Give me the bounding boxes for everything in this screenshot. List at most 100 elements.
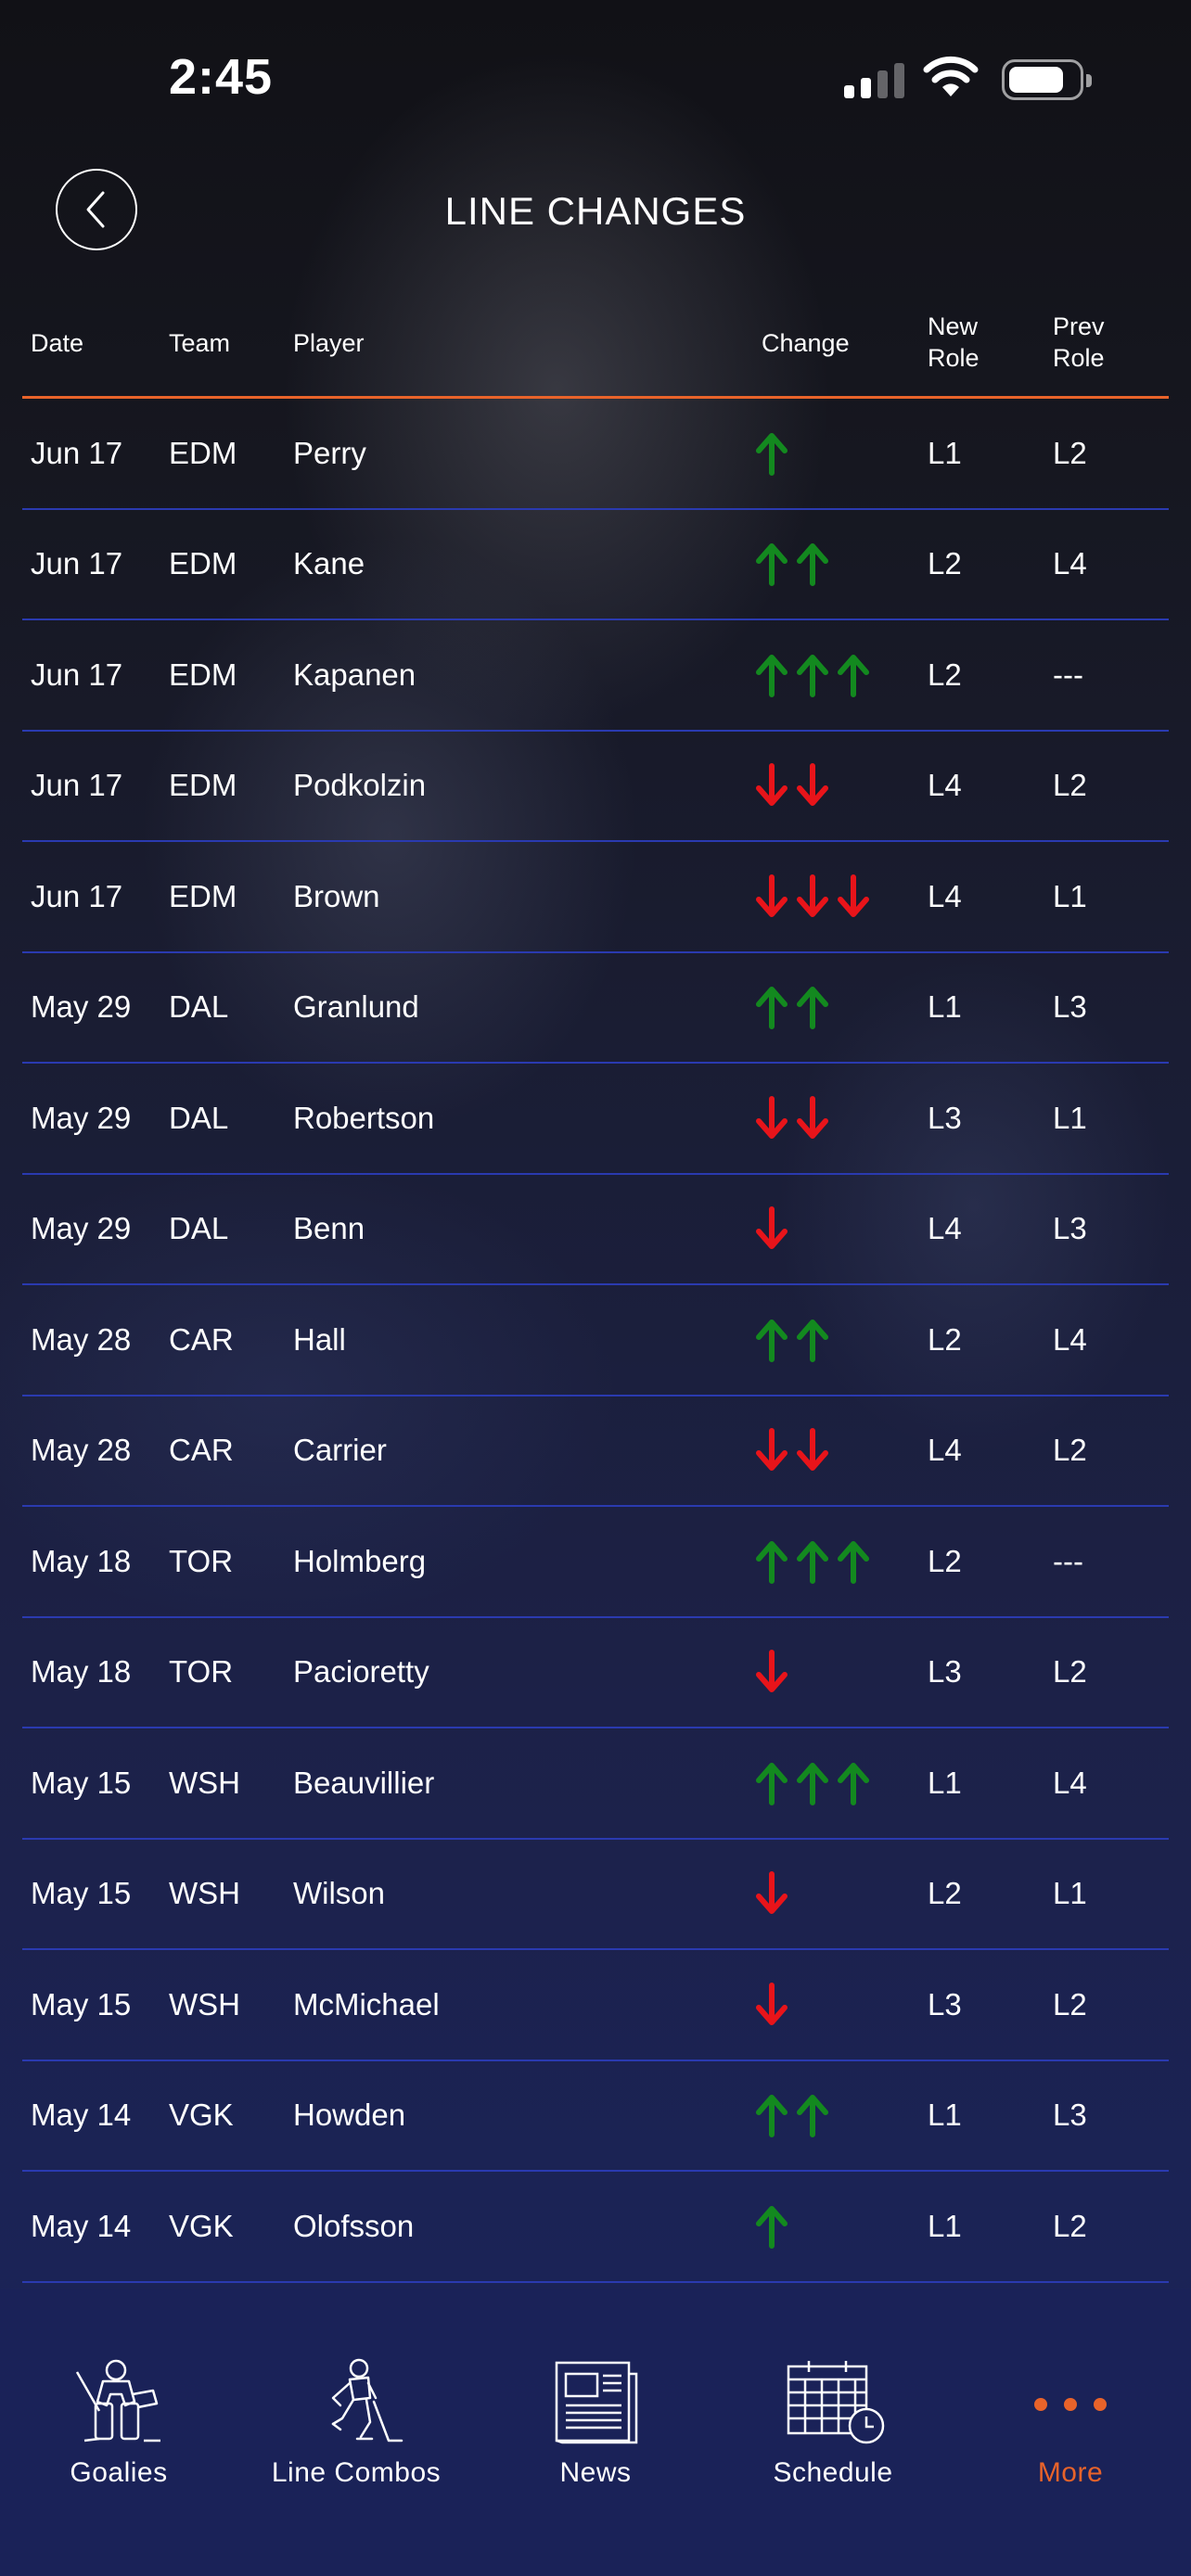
wifi-icon (923, 56, 979, 96)
arrow-down-icon (838, 874, 869, 917)
table-row[interactable]: Jun 17 EDM Podkolzin L4 L2 (22, 732, 1169, 842)
arrow-down-icon (756, 763, 788, 807)
cell-prev-role: L2 (1053, 435, 1087, 470)
arrow-down-icon (756, 874, 788, 917)
cell-player: Kapanen (293, 657, 416, 692)
tab-schedule-label: Schedule (773, 2457, 893, 2488)
arrow-down-icon (797, 1428, 828, 1472)
arrow-up-icon (797, 1762, 828, 1805)
table-row[interactable]: May 15 WSH Beauvillier L1 L4 (22, 1728, 1169, 1840)
battery-icon (1002, 59, 1092, 100)
col-header-new-role-line2: Role (928, 344, 980, 372)
cell-prev-role: L1 (1053, 1876, 1087, 1911)
table-row[interactable]: Jun 17 EDM Kapanen L2 --- (22, 620, 1169, 732)
tab-news[interactable]: News (484, 2344, 707, 2489)
table-row[interactable]: May 14 VGK Howden L1 L3 (22, 2061, 1169, 2172)
arrow-up-icon (797, 654, 828, 697)
cell-new-role: L1 (928, 2208, 962, 2243)
cell-team: EDM (169, 435, 237, 470)
cell-new-role: L4 (928, 768, 962, 803)
cell-prev-role: L4 (1053, 1321, 1087, 1357)
cell-change (751, 1538, 874, 1585)
col-header-team[interactable]: Team (169, 327, 230, 359)
cell-team: DAL (169, 1100, 229, 1135)
cell-prev-role: --- (1053, 657, 1083, 692)
table-row[interactable]: Jun 17 EDM Perry L1 L2 (22, 399, 1169, 510)
arrow-down-icon (756, 1428, 788, 1472)
cell-new-role: L1 (928, 1765, 962, 1800)
calendar-clock-icon (787, 2361, 885, 2444)
line-changes-table: Date Team Player Change New Role Prev Ro… (22, 297, 1169, 2339)
table-row[interactable]: May 28 CAR Hall L2 L4 (22, 1285, 1169, 1396)
arrow-up-icon (756, 654, 788, 697)
cell-player: Granlund (293, 989, 419, 1025)
cell-date: May 29 (31, 989, 132, 1025)
cell-change (751, 541, 833, 587)
table-row[interactable]: May 29 DAL Robertson L3 L1 (22, 1064, 1169, 1175)
col-header-new-role-line1: New (928, 312, 979, 340)
cell-team: CAR (169, 1321, 234, 1357)
cell-prev-role: L2 (1053, 1433, 1087, 1468)
tab-schedule[interactable]: Schedule (722, 2344, 944, 2489)
col-header-date[interactable]: Date (31, 327, 83, 359)
table-row[interactable]: Jun 17 EDM Kane L2 L4 (22, 510, 1169, 620)
table-header: Date Team Player Change New Role Prev Ro… (22, 297, 1169, 399)
cell-date: May 29 (31, 1100, 132, 1135)
cell-date: Jun 17 (31, 546, 123, 581)
cell-player: McMichael (293, 1986, 440, 2021)
cell-player: Robertson (293, 1100, 435, 1135)
cell-new-role: L3 (928, 1654, 962, 1690)
cell-team: CAR (169, 1433, 234, 1468)
cell-change (751, 2092, 833, 2138)
cell-change (751, 1427, 833, 1473)
cell-player: Beauvillier (293, 1765, 435, 1800)
cell-change (751, 430, 792, 477)
col-header-change[interactable]: Change (762, 327, 850, 359)
col-header-new-role[interactable]: New Role (928, 311, 980, 374)
arrow-down-icon (797, 1095, 828, 1139)
cell-team: WSH (169, 1986, 240, 2021)
table-row[interactable]: May 15 WSH Wilson L2 L1 (22, 1840, 1169, 1950)
tab-goalies[interactable]: Goalies (7, 2344, 230, 2489)
cell-new-role: L2 (928, 1543, 962, 1578)
col-header-prev-role[interactable]: Prev Role (1053, 311, 1105, 374)
cell-team: DAL (169, 1211, 229, 1246)
table-row[interactable]: May 18 TOR Holmberg L2 --- (22, 1507, 1169, 1618)
cell-prev-role: --- (1053, 1543, 1083, 1578)
cell-player: Olofsson (293, 2208, 415, 2243)
cell-team: WSH (169, 1876, 240, 1911)
cell-change (751, 1205, 792, 1252)
table-row[interactable]: Jun 17 EDM Brown L4 L1 (22, 842, 1169, 953)
arrow-up-icon (756, 2095, 788, 2138)
cell-date: May 28 (31, 1321, 132, 1357)
tab-more[interactable]: More (959, 2344, 1182, 2489)
arrow-down-icon (797, 763, 828, 807)
cell-new-role: L2 (928, 1321, 962, 1357)
arrow-up-icon (797, 1319, 828, 1362)
cell-player: Holmberg (293, 1543, 427, 1578)
table-row[interactable]: May 15 WSH McMichael L3 L2 (22, 1950, 1169, 2061)
cell-change (751, 1870, 792, 1917)
cell-prev-role: L3 (1053, 2098, 1087, 2133)
table-row[interactable]: May 28 CAR Carrier L4 L2 (22, 1396, 1169, 1507)
cell-date: May 15 (31, 1986, 132, 2021)
table-row[interactable]: May 29 DAL Granlund L1 L3 (22, 953, 1169, 1064)
cell-date: May 29 (31, 1211, 132, 1246)
cell-prev-role: L3 (1053, 1211, 1087, 1246)
cell-prev-role: L2 (1053, 768, 1087, 803)
table-row[interactable]: May 18 TOR Pacioretty L3 L2 (22, 1618, 1169, 1728)
cell-new-role: L4 (928, 1211, 962, 1246)
table-row[interactable]: May 14 VGK Olofsson L1 L2 (22, 2172, 1169, 2283)
tab-line-combos[interactable]: Line Combos (245, 2344, 467, 2489)
more-dots-icon (959, 2344, 1182, 2446)
status-time: 2:45 (169, 49, 274, 105)
cell-team: WSH (169, 1765, 240, 1800)
cell-team: EDM (169, 546, 237, 581)
arrow-up-icon (797, 987, 828, 1030)
col-header-player[interactable]: Player (293, 327, 365, 359)
table-row[interactable]: May 29 DAL Benn L4 L3 (22, 1175, 1169, 1285)
cell-new-role: L2 (928, 1876, 962, 1911)
cell-date: May 14 (31, 2098, 132, 2133)
arrow-up-icon (838, 654, 869, 697)
cell-new-role: L1 (928, 989, 962, 1025)
